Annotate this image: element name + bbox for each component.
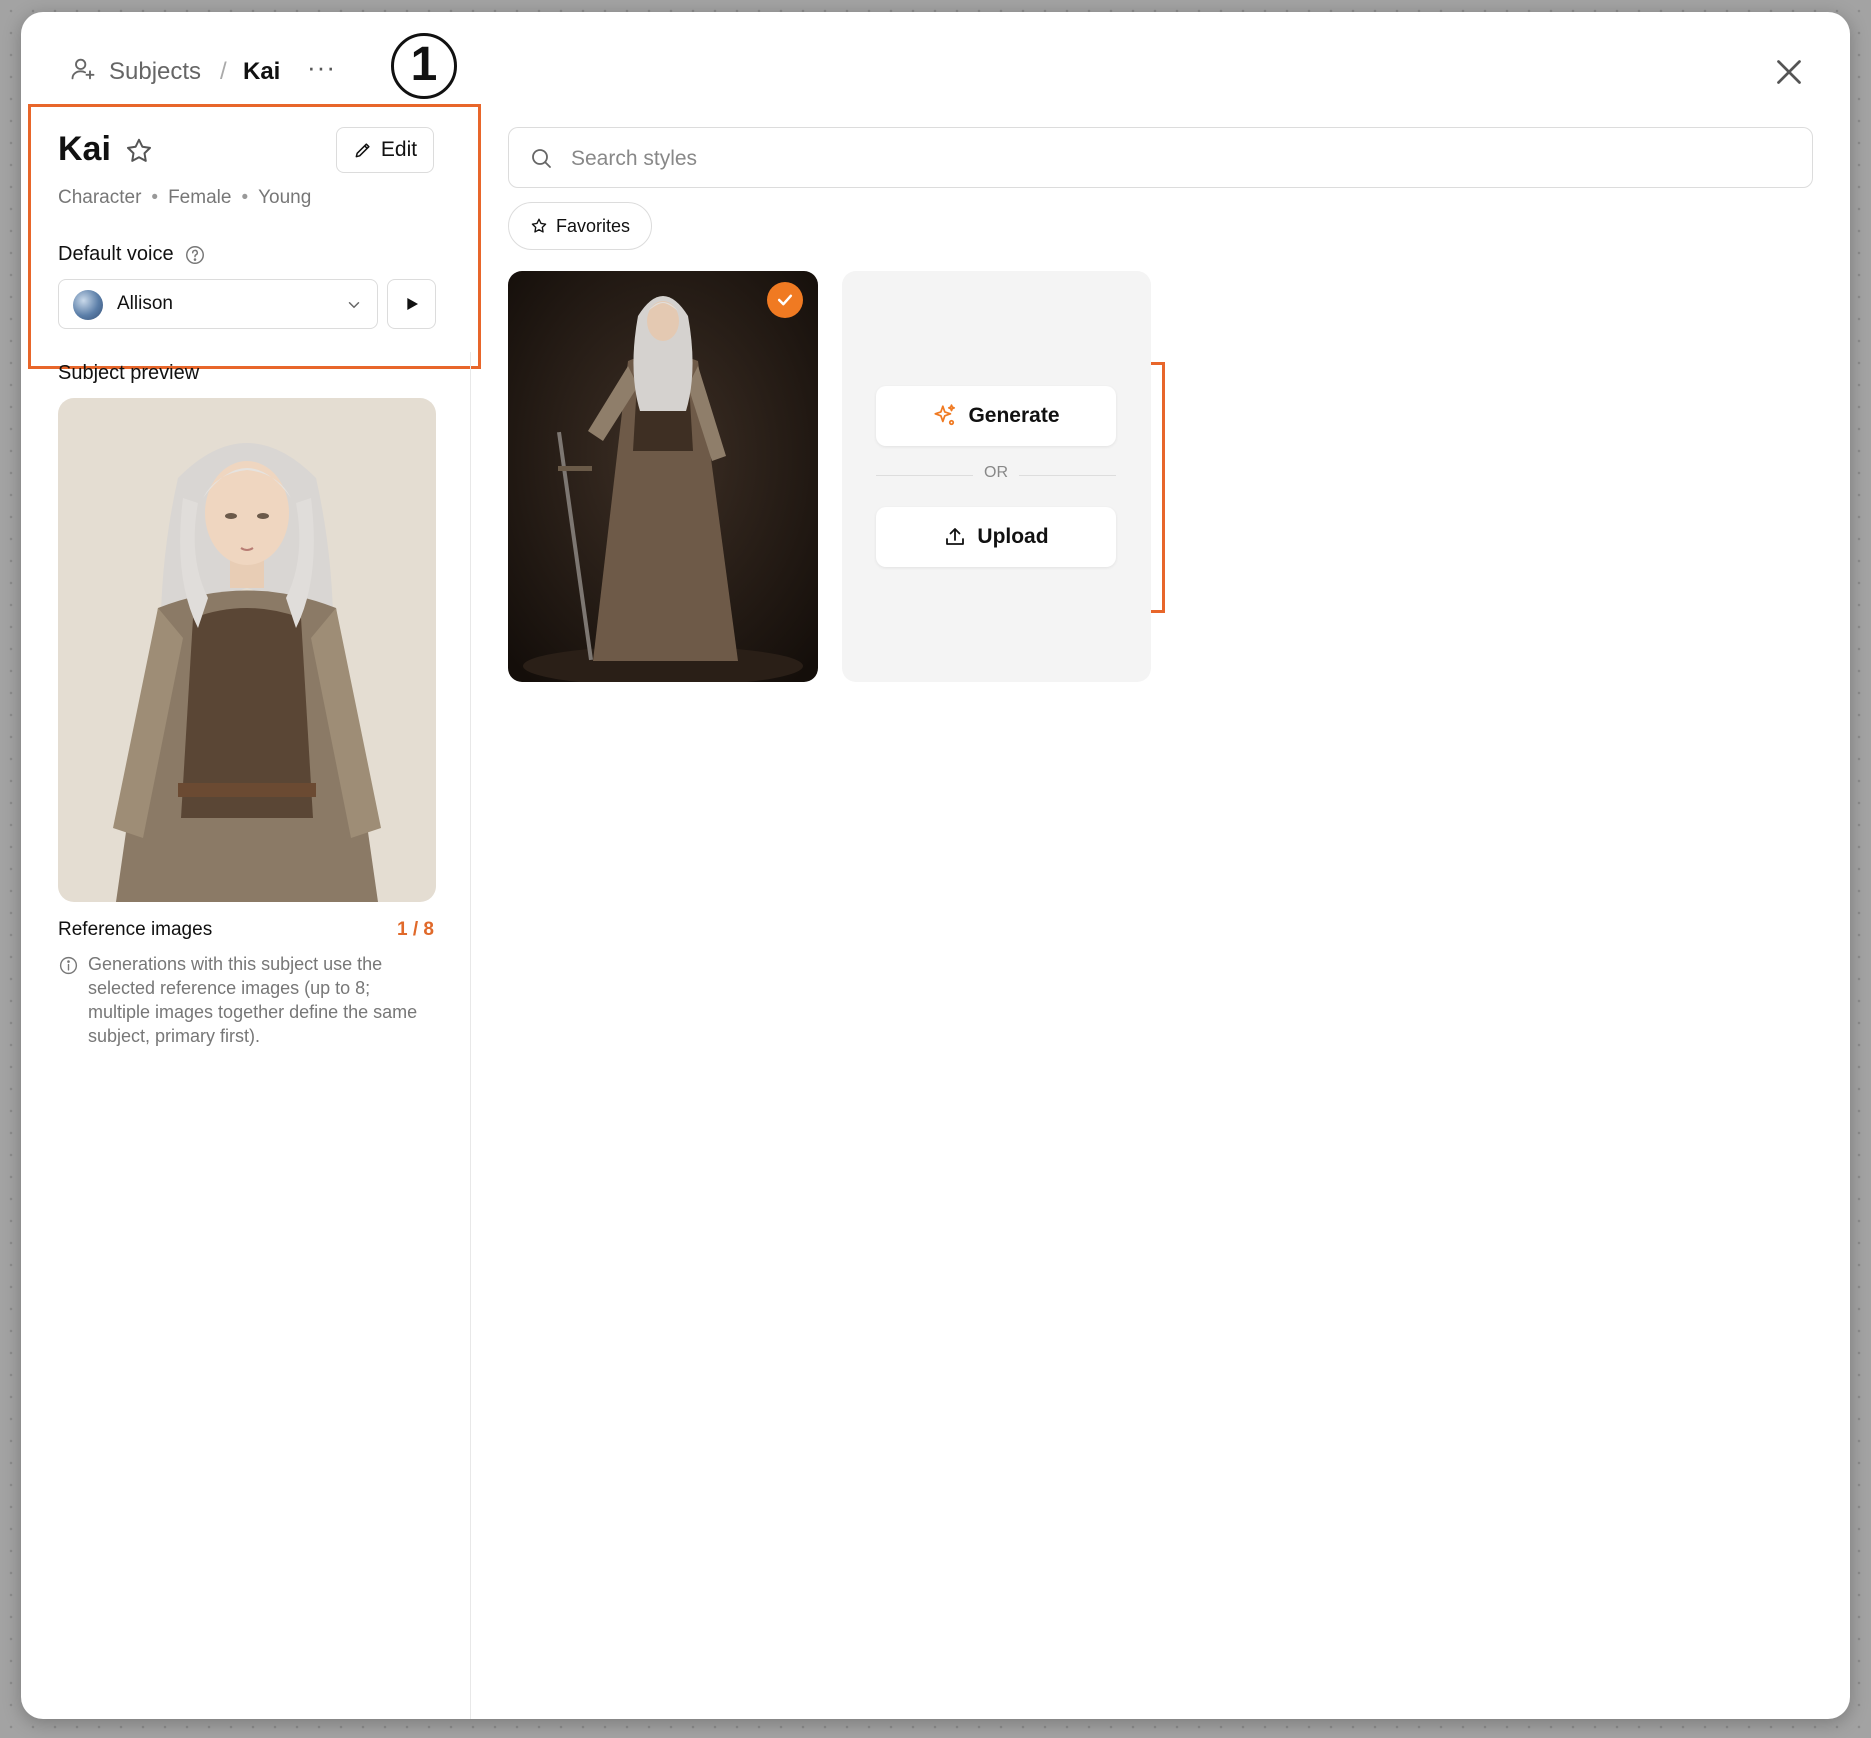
info-icon — [59, 956, 78, 975]
annotation-marker-1: 1 — [391, 33, 457, 99]
chevron-down-icon — [348, 302, 360, 309]
search-input[interactable] — [569, 138, 1773, 180]
reference-images-count: 1 / 8 — [397, 919, 434, 940]
subject-modal: Subjects / Kai ··· 1 2 Kai Edit Characte… — [21, 12, 1850, 1719]
generate-label: Generate — [968, 404, 1060, 427]
subject-name: Kai — [58, 130, 111, 168]
play-voice-button[interactable] — [387, 279, 436, 329]
help-icon[interactable] — [184, 244, 206, 266]
selected-check-badge — [767, 282, 803, 318]
voice-select-value: Allison — [117, 293, 173, 314]
meta-separator: • — [151, 187, 159, 208]
favorites-label: Favorites — [555, 215, 631, 236]
voice-avatar — [73, 290, 103, 320]
star-icon[interactable] — [124, 136, 154, 166]
subject-meta: Character • Female • Young — [58, 187, 311, 209]
or-label: OR — [973, 464, 1019, 482]
panel-divider — [470, 352, 471, 1719]
meta-age: Young — [258, 187, 312, 208]
check-icon — [777, 294, 793, 306]
sparkle-icon — [934, 404, 956, 426]
meta-separator: • — [241, 187, 249, 208]
favorites-filter-button[interactable]: Favorites — [508, 202, 652, 250]
breadcrumb-subjects-link[interactable]: Subjects — [109, 58, 201, 86]
breadcrumb-separator: / — [220, 58, 227, 85]
subject-preview-label: Subject preview — [58, 362, 200, 384]
play-icon — [406, 298, 418, 310]
upload-label: Upload — [977, 525, 1049, 548]
voice-select[interactable]: Allison — [58, 279, 378, 329]
search-icon — [532, 149, 551, 168]
close-icon[interactable] — [1771, 54, 1807, 90]
meta-type: Character — [58, 187, 142, 208]
upload-button[interactable]: Upload — [876, 507, 1116, 567]
reference-images-note: Generations with this subject use the se… — [88, 954, 418, 1046]
user-add-icon — [71, 58, 95, 80]
default-voice-label: Default voice — [58, 243, 174, 265]
meta-gender: Female — [168, 187, 232, 208]
subject-preview-image — [58, 398, 436, 902]
reference-images-label: Reference images — [58, 919, 213, 940]
edit-button[interactable]: Edit — [336, 127, 434, 173]
upload-icon — [946, 528, 965, 545]
edit-button-label: Edit — [380, 138, 418, 161]
breadcrumb-current: Kai — [243, 58, 281, 85]
search-styles-field[interactable] — [508, 127, 1813, 188]
more-icon[interactable]: ··· — [307, 52, 336, 83]
generate-button[interactable]: Generate — [876, 386, 1116, 446]
reference-image-card[interactable] — [508, 271, 818, 682]
star-icon — [531, 218, 547, 233]
pencil-icon — [355, 143, 370, 158]
